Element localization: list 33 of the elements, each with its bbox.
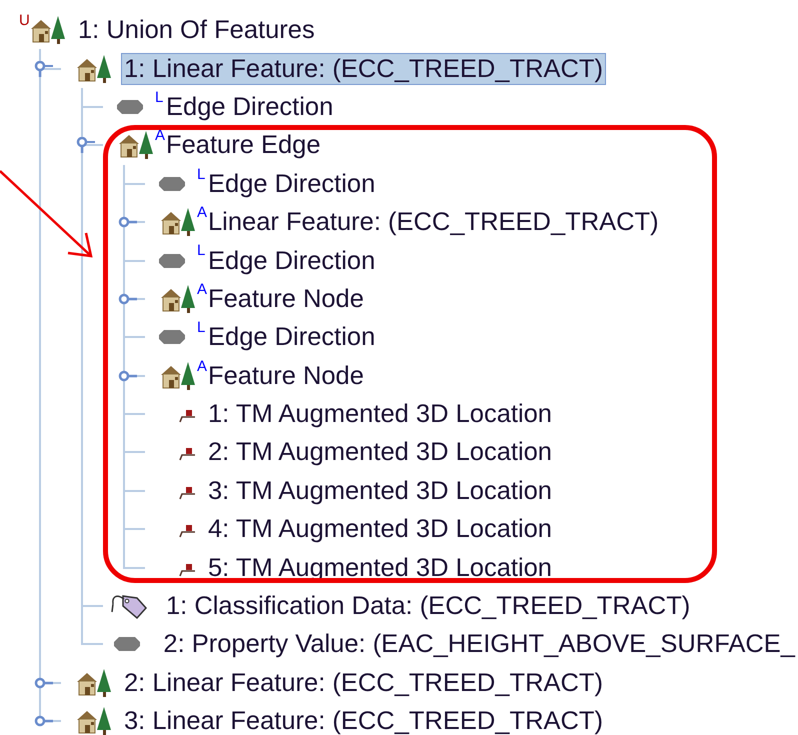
- tree-node-label[interactable]: 1: Classification Data: (ECC_TREED_TRACT): [163, 590, 694, 622]
- house-tree-icon: [75, 668, 113, 698]
- type-letter: A: [155, 128, 165, 144]
- tree-node-label[interactable]: 4: TM Augmented 3D Location: [205, 513, 555, 546]
- tree-node-label[interactable]: 5: TM Augmented 3D Location: [205, 552, 555, 584]
- tree-node-label[interactable]: 2: Linear Feature: (ECC_TREED_TRACT): [121, 666, 606, 699]
- house-tree-icon: [159, 284, 197, 314]
- type-letter: A: [197, 282, 207, 297]
- house-tree-icon: [75, 54, 113, 84]
- house-tree-icon: [117, 130, 155, 160]
- type-letter: L: [197, 166, 206, 182]
- tree-node-label[interactable]: Edge Direction: [205, 244, 378, 277]
- tree-node-label[interactable]: 2: TM Augmented 3D Location: [205, 436, 555, 468]
- tree-node-label[interactable]: Edge Direction: [205, 321, 378, 354]
- tree-node-label[interactable]: 1: Linear Feature: (ECC_TREED_TRACT): [121, 52, 606, 85]
- tree-node-label[interactable]: 3: Linear Feature: (ECC_TREED_TRACT): [121, 705, 606, 735]
- tree-node-label[interactable]: 2: Property Value: (EAC_HEIGHT_ABOVE_SURFACE_: [160, 628, 798, 660]
- house-tree-icon: [29, 15, 67, 46]
- type-letter: U: [19, 13, 29, 28]
- house-tree-icon: [159, 360, 197, 391]
- type-letter: A: [197, 204, 207, 220]
- tree-node-label[interactable]: Edge Direction: [163, 90, 336, 123]
- tree-node-label[interactable]: 3: TM Augmented 3D Location: [205, 474, 555, 507]
- type-letter: A: [197, 358, 207, 374]
- tree-node-label[interactable]: 1: Union Of Features: [75, 14, 318, 46]
- tag-icon: [109, 592, 147, 620]
- type-letter: L: [197, 243, 206, 258]
- house-tree-icon: [75, 706, 113, 735]
- tree-node-label[interactable]: Edge Direction: [205, 168, 378, 200]
- house-tree-icon: [159, 207, 197, 238]
- tree-node-label[interactable]: 1: TM Augmented 3D Location: [205, 398, 555, 430]
- type-letter: L: [155, 90, 164, 105]
- type-letter: L: [197, 320, 206, 336]
